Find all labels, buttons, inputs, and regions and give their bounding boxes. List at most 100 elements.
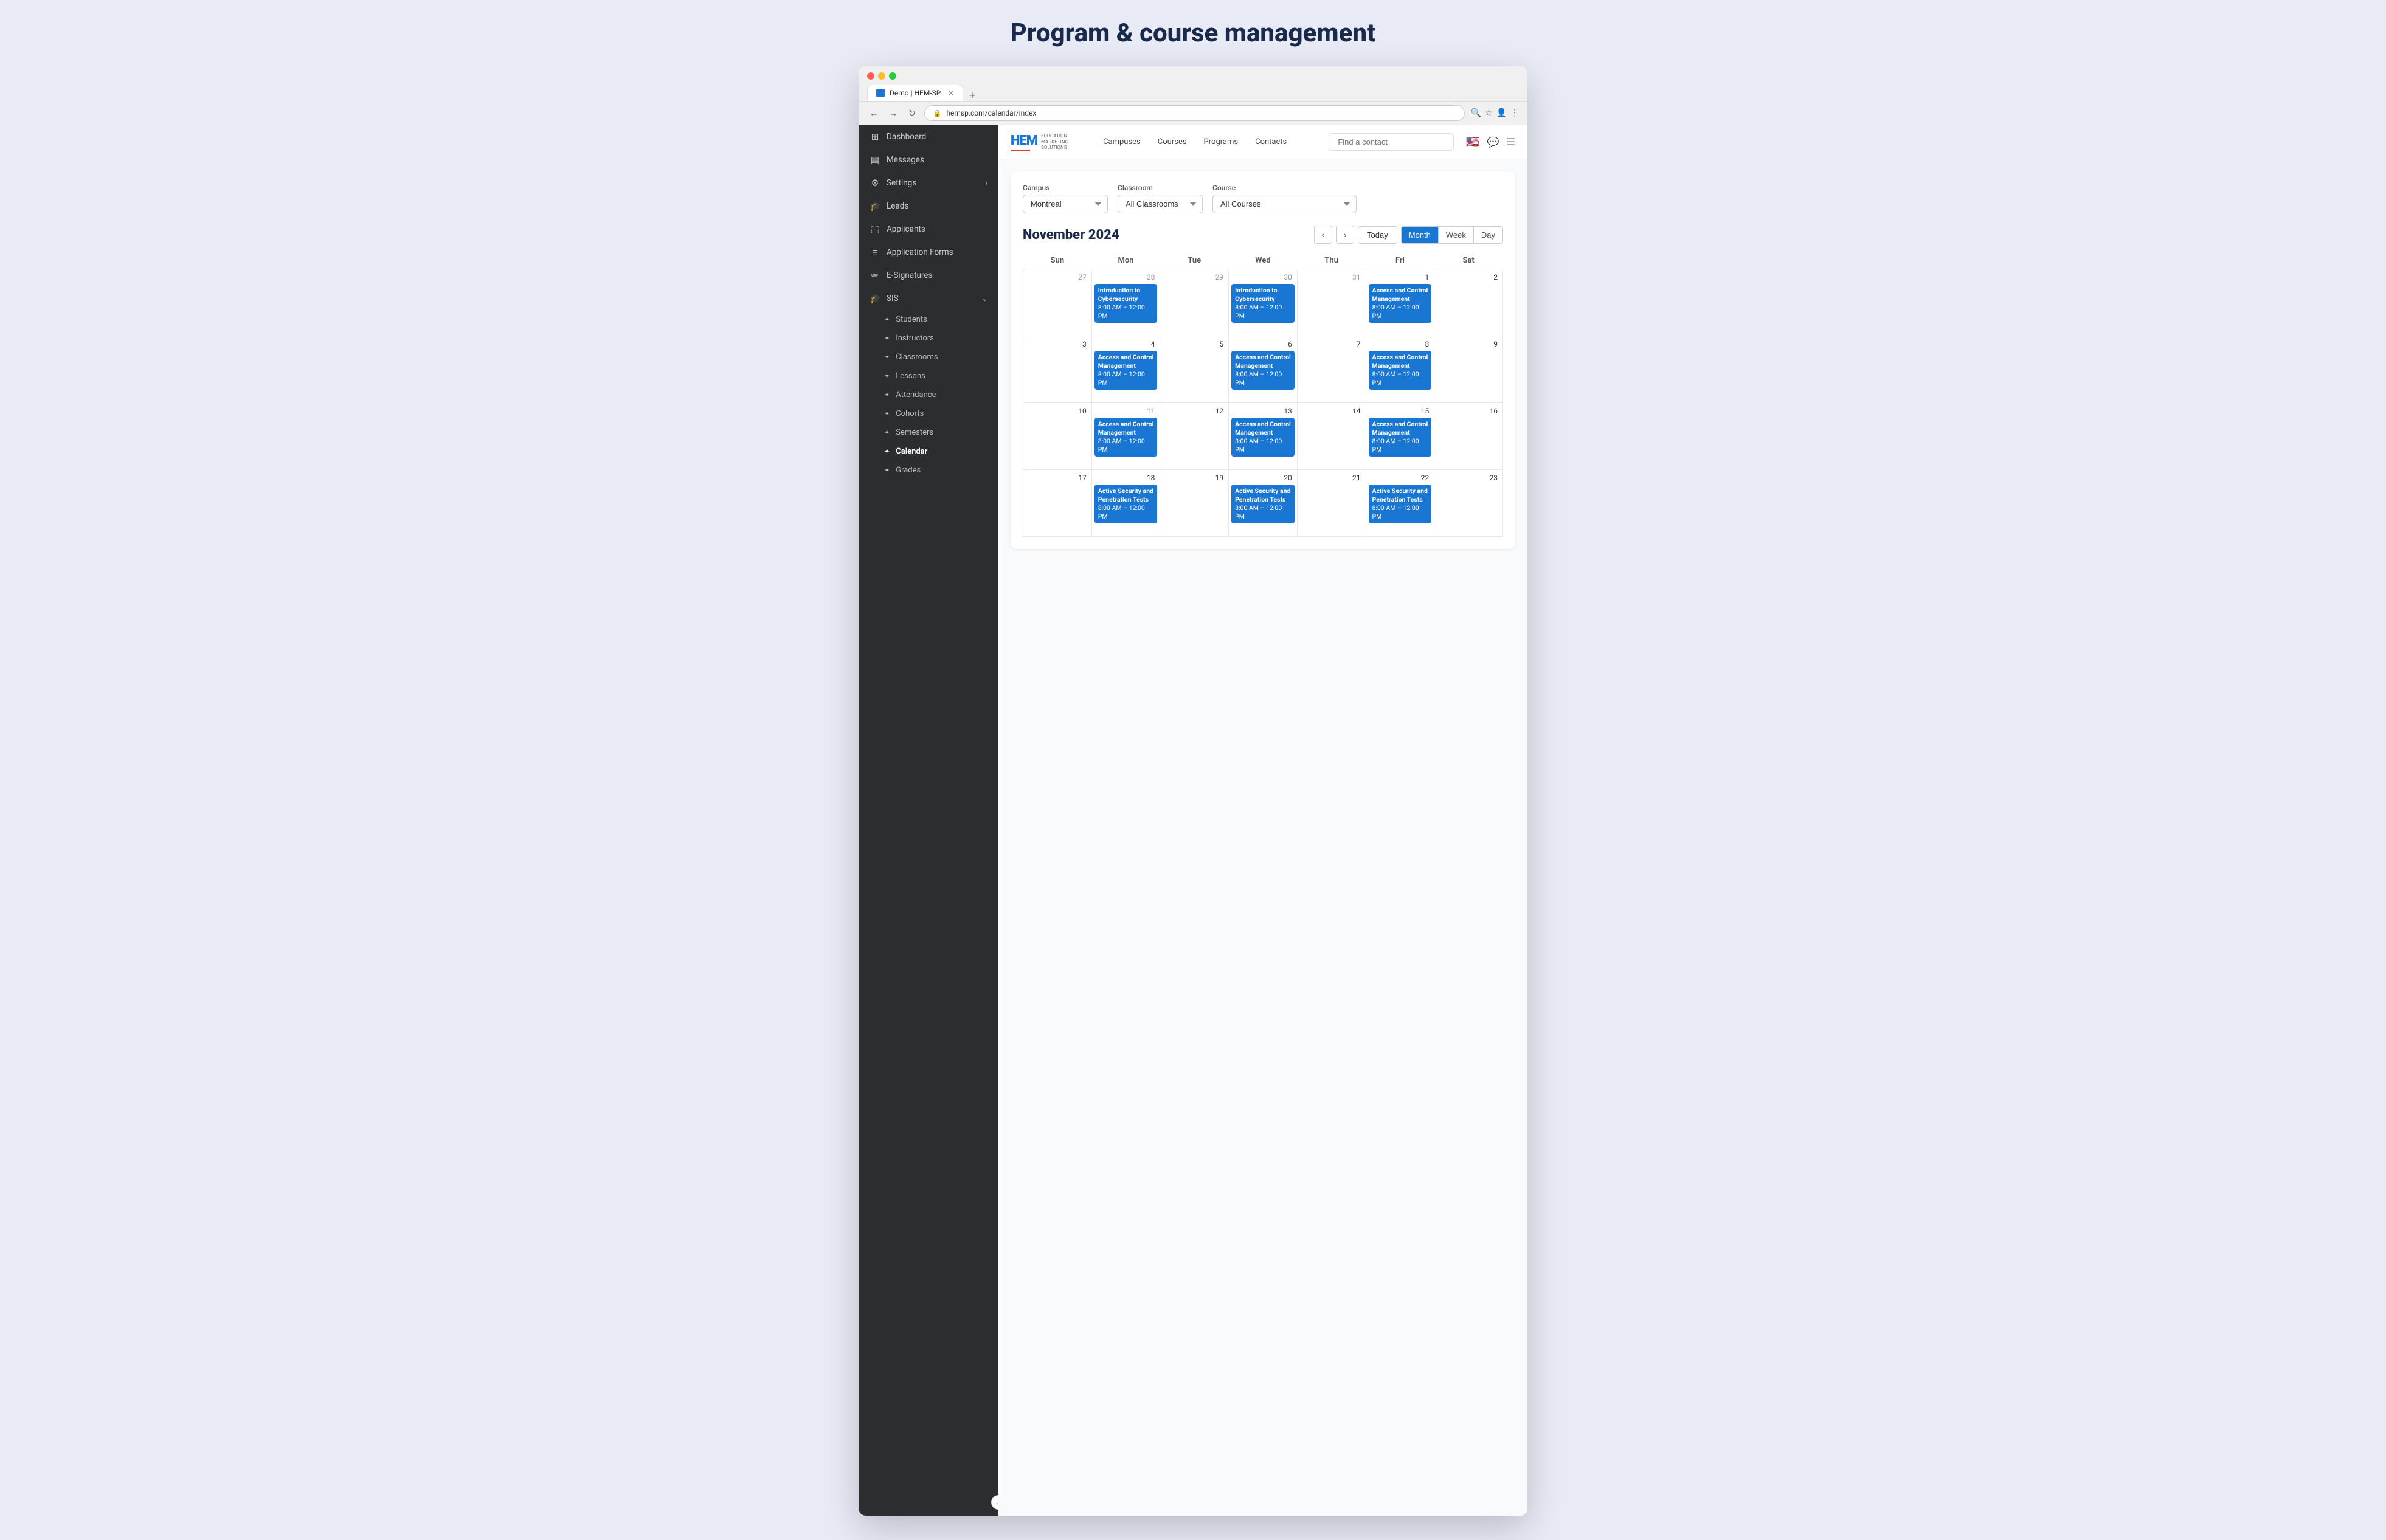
cal-cell-10[interactable]: 10 <box>1023 403 1092 470</box>
cal-cell-21[interactable]: 21 <box>1297 470 1366 537</box>
cal-cell-18[interactable]: 18 Active Security and Penetration Tests8… <box>1091 470 1160 537</box>
nav-link-contacts[interactable]: Contacts <box>1248 134 1294 150</box>
sidebar-collapse-button[interactable]: ← <box>991 1495 998 1510</box>
sidebar-item-dashboard[interactable]: ⊞Dashboard <box>859 125 998 148</box>
cal-cell-4[interactable]: 4Access and Control Management8:00 AM – … <box>1091 336 1160 403</box>
menu-icon[interactable]: ⋮ <box>1510 108 1519 118</box>
view-btn-week[interactable]: Week <box>1438 227 1473 243</box>
back-button[interactable]: ← <box>867 107 880 119</box>
cal-event[interactable]: Access and Control Management8:00 AM – 1… <box>1369 351 1432 390</box>
cal-event[interactable]: Access and Control Management8:00 AM – 1… <box>1094 418 1158 457</box>
cal-cell-23[interactable]: 23 <box>1434 470 1503 537</box>
event-time: 8:00 AM – 12:00 PM <box>1098 303 1154 320</box>
cal-cell-31[interactable]: 31 <box>1297 269 1366 336</box>
logo-hem-text: HEM <box>1011 133 1037 148</box>
campus-select[interactable]: MontrealTorontoVancouver <box>1023 195 1108 213</box>
sidebar-item-settings[interactable]: ⚙Settings› <box>859 171 998 195</box>
cal-cell-29[interactable]: 29 <box>1160 269 1229 336</box>
cal-event[interactable]: Introduction to Cybersecurity8:00 AM – 1… <box>1094 284 1158 323</box>
profile-icon[interactable]: 👤 <box>1496 108 1507 118</box>
browser-tab[interactable]: Demo | HEM-SP ✕ <box>867 85 963 101</box>
cal-cell-16[interactable]: 16 <box>1434 403 1503 470</box>
event-time: 8:00 AM – 12:00 PM <box>1372 437 1428 454</box>
sidebar-item-grades[interactable]: ✦Grades <box>859 461 998 480</box>
address-bar[interactable]: 🔒 hemsp.com/calendar/index <box>924 105 1465 121</box>
dot-green[interactable] <box>889 72 896 80</box>
cal-event[interactable]: Active Security and Penetration Tests8:0… <box>1369 485 1432 523</box>
cal-cell-27[interactable]: 27 <box>1023 269 1092 336</box>
sidebar-item-sis[interactable]: 🎓SIS⌄ <box>859 287 998 310</box>
cal-cell-11[interactable]: 11Access and Control Management8:00 AM –… <box>1091 403 1160 470</box>
page-title: Program & course management <box>12 18 2374 48</box>
cal-cell-2[interactable]: 2 <box>1434 269 1503 336</box>
sidebar-item-semesters[interactable]: ✦Semesters <box>859 423 998 442</box>
course-select[interactable]: All CoursesIntroduction to Cybersecurity… <box>1212 195 1357 213</box>
cal-cell-1[interactable]: 1Access and Control Management8:00 AM – … <box>1366 269 1434 336</box>
nav-link-courses[interactable]: Courses <box>1150 134 1194 150</box>
classroom-select[interactable]: All ClassroomsRoom 101Room 102 <box>1118 195 1203 213</box>
sidebar: ⊞Dashboard▤Messages⚙Settings›🎓Leads⬚Appl… <box>859 125 998 1516</box>
tab-close-button[interactable]: ✕ <box>948 89 953 97</box>
cal-cell-5[interactable]: 5 <box>1160 336 1229 403</box>
sidebar-item-students[interactable]: ✦Students <box>859 310 998 329</box>
sidebar-item-instructors[interactable]: ✦Instructors <box>859 329 998 348</box>
sidebar-item-classrooms[interactable]: ✦Classrooms <box>859 348 998 367</box>
view-btn-month[interactable]: Month <box>1402 227 1438 243</box>
cal-cell-19[interactable]: 19 <box>1160 470 1229 537</box>
refresh-button[interactable]: ↻ <box>906 107 918 120</box>
prev-month-button[interactable]: ‹ <box>1314 226 1332 244</box>
campus-filter-group: Campus MontrealTorontoVancouver <box>1023 184 1108 213</box>
cal-event[interactable]: Introduction to Cybersecurity8:00 AM – 1… <box>1231 284 1295 323</box>
cal-cell-7[interactable]: 7 <box>1297 336 1366 403</box>
sidebar-item-messages[interactable]: ▤Messages <box>859 148 998 171</box>
search-input[interactable] <box>1329 133 1454 151</box>
cal-cell-13[interactable]: 13Access and Control Management8:00 AM –… <box>1229 403 1298 470</box>
sidebar-item-application-forms[interactable]: ≡Application Forms <box>859 241 998 264</box>
cal-event[interactable]: Active Security and Penetration Tests8:0… <box>1094 485 1158 523</box>
bookmark-icon[interactable]: ☆ <box>1485 108 1493 118</box>
cal-cell-6[interactable]: 6Access and Control Management8:00 AM – … <box>1229 336 1298 403</box>
sidebar-item-applicants[interactable]: ⬚Applicants <box>859 218 998 241</box>
sidebar-item-calendar[interactable]: ✦Calendar <box>859 442 998 461</box>
chat-icon-button[interactable]: 💬 <box>1487 136 1499 148</box>
next-month-button[interactable]: › <box>1336 226 1354 244</box>
instructors-icon: ✦ <box>884 334 890 342</box>
cal-date-18: 18 <box>1094 472 1158 483</box>
sidebar-item-cohorts[interactable]: ✦Cohorts <box>859 404 998 423</box>
browser-chrome: Demo | HEM-SP ✕ + <box>859 66 1527 102</box>
cal-event[interactable]: Active Security and Penetration Tests8:0… <box>1231 485 1295 523</box>
nav-right: 🇺🇸 💬 ☰ <box>1466 136 1515 148</box>
cal-cell-22[interactable]: 22Active Security and Penetration Tests8… <box>1366 470 1434 537</box>
cal-cell-9[interactable]: 9 <box>1434 336 1503 403</box>
cal-event[interactable]: Access and Control Management8:00 AM – 1… <box>1369 284 1432 323</box>
cal-cell-14[interactable]: 14 <box>1297 403 1366 470</box>
cal-cell-8[interactable]: 8Access and Control Management8:00 AM – … <box>1366 336 1434 403</box>
sidebar-item-lessons[interactable]: ✦Lessons <box>859 367 998 385</box>
cal-cell-12[interactable]: 12 <box>1160 403 1229 470</box>
view-btn-day[interactable]: Day <box>1473 227 1502 243</box>
today-button[interactable]: Today <box>1358 226 1397 244</box>
dot-yellow[interactable] <box>878 72 885 80</box>
cal-event[interactable]: Access and Control Management8:00 AM – 1… <box>1369 418 1432 457</box>
search-icon[interactable]: 🔍 <box>1471 108 1481 118</box>
cal-event[interactable]: Access and Control Management8:00 AM – 1… <box>1231 351 1295 390</box>
forward-button[interactable]: → <box>887 107 900 119</box>
hamburger-button[interactable]: ☰ <box>1507 136 1515 148</box>
cal-cell-15[interactable]: 15Access and Control Management8:00 AM –… <box>1366 403 1434 470</box>
cal-cell-3[interactable]: 3 <box>1023 336 1092 403</box>
cal-cell-28[interactable]: 28Introduction to Cybersecurity8:00 AM –… <box>1091 269 1160 336</box>
cal-cell-30[interactable]: 30Introduction to Cybersecurity8:00 AM –… <box>1229 269 1298 336</box>
dot-red[interactable] <box>867 72 874 80</box>
sidebar-item-leads[interactable]: 🎓Leads <box>859 195 998 218</box>
new-tab-button[interactable]: + <box>966 90 980 101</box>
cal-date-29: 29 <box>1163 272 1226 283</box>
cal-event[interactable]: Access and Control Management8:00 AM – 1… <box>1231 418 1295 457</box>
sidebar-item-e-signatures[interactable]: ✏E-Signatures <box>859 264 998 287</box>
sidebar-item-attendance[interactable]: ✦Attendance <box>859 385 998 404</box>
cal-date-1: 1 <box>1369 272 1432 283</box>
cal-cell-20[interactable]: 20Active Security and Penetration Tests8… <box>1229 470 1298 537</box>
nav-link-campuses[interactable]: Campuses <box>1096 134 1148 150</box>
cal-event[interactable]: Access and Control Management8:00 AM – 1… <box>1094 351 1158 390</box>
nav-link-programs[interactable]: Programs <box>1197 134 1246 150</box>
cal-cell-17[interactable]: 17 <box>1023 470 1092 537</box>
